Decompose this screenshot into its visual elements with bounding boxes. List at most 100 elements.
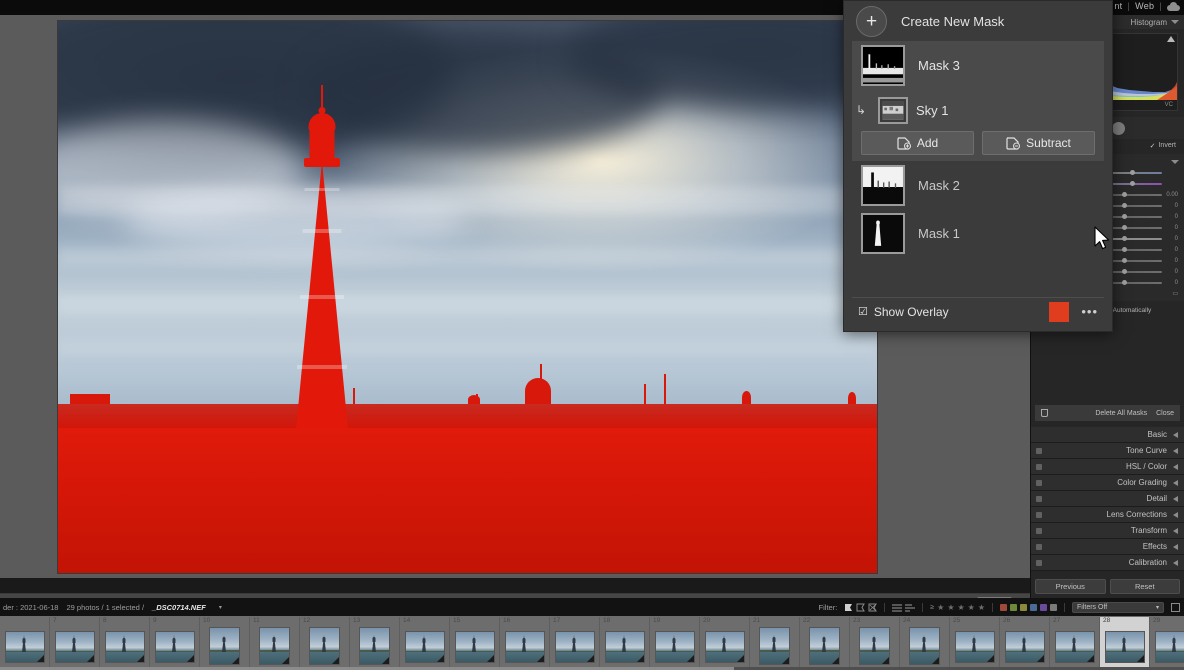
- filmstrip-thumbnail[interactable]: 23: [850, 617, 900, 670]
- panel-switch[interactable]: [1036, 479, 1042, 486]
- slider-knob[interactable]: [1121, 214, 1127, 219]
- filmstrip-thumbnail[interactable]: 15: [450, 617, 500, 670]
- star-icon[interactable]: ★: [978, 603, 985, 612]
- chevron-left-icon[interactable]: [1173, 463, 1178, 470]
- mask-row-mask-1[interactable]: Mask 1: [852, 209, 1104, 257]
- filmstrip-thumbnail[interactable]: 24: [900, 617, 950, 670]
- chevron-left-icon[interactable]: [1173, 527, 1178, 534]
- filmstrip-thumbnail[interactable]: 11: [250, 617, 300, 670]
- rating-comparator-icon[interactable]: ≥: [930, 604, 934, 611]
- sort-filter-group[interactable]: [892, 603, 916, 612]
- slider-knob[interactable]: [1121, 225, 1127, 230]
- chevron-down-icon[interactable]: [1171, 20, 1179, 24]
- mask-thumbnail[interactable]: [861, 44, 905, 86]
- color-chip-yellow[interactable]: [1020, 603, 1027, 611]
- panel-row-calibration[interactable]: Calibration: [1031, 555, 1184, 571]
- filter-toggle-icon[interactable]: [1171, 602, 1180, 612]
- trash-icon[interactable]: [1041, 409, 1048, 417]
- star-icon[interactable]: ★: [968, 603, 975, 612]
- filmstrip-thumbnail[interactable]: 13: [350, 617, 400, 670]
- chevron-down-icon[interactable]: ▾: [219, 604, 222, 611]
- ellipsis-icon[interactable]: •••: [1081, 304, 1098, 319]
- filmstrip-thumbnail[interactable]: 19: [650, 617, 700, 670]
- module-print[interactable]: nt: [1114, 1, 1122, 11]
- star-rating-filter[interactable]: ≥ ★ ★ ★ ★ ★: [930, 603, 985, 612]
- star-icon[interactable]: ★: [937, 603, 944, 612]
- slider-knob[interactable]: [1130, 170, 1136, 175]
- close-masking-button[interactable]: Close: [1156, 410, 1174, 417]
- panel-row-transform[interactable]: Transform: [1031, 523, 1184, 539]
- panel-row-hsl-color[interactable]: HSL / Color: [1031, 459, 1184, 475]
- filmstrip-thumbnail[interactable]: 18: [600, 617, 650, 670]
- photo-preview[interactable]: [58, 21, 877, 573]
- mask-thumbnail[interactable]: [861, 164, 905, 206]
- color-chip-green[interactable]: [1010, 603, 1017, 611]
- color-chip-purple[interactable]: [1040, 603, 1047, 611]
- slider-knob[interactable]: [1121, 203, 1127, 208]
- folder-label[interactable]: der : 2021-06-18: [3, 603, 58, 612]
- chevron-left-icon[interactable]: [1173, 511, 1178, 518]
- panel-switch[interactable]: [1036, 447, 1042, 454]
- panel-switch[interactable]: [1036, 527, 1042, 534]
- panel-row-color-grading[interactable]: Color Grading: [1031, 475, 1184, 491]
- chevron-left-icon[interactable]: [1173, 431, 1178, 438]
- color-chip-none[interactable]: [1050, 603, 1057, 611]
- color-chip-red[interactable]: [1000, 603, 1007, 611]
- chevron-left-icon[interactable]: [1173, 559, 1178, 566]
- chevron-left-icon[interactable]: [1173, 495, 1178, 502]
- overlay-color-swatch[interactable]: [1049, 301, 1070, 322]
- filmstrip-thumbnail[interactable]: [0, 617, 50, 670]
- filmstrip-thumbnail[interactable]: 25: [950, 617, 1000, 670]
- mask-thumbnail[interactable]: [861, 212, 905, 254]
- color-chip-blue[interactable]: [1030, 603, 1037, 611]
- panel-switch[interactable]: [1036, 559, 1042, 566]
- filmstrip-thumbnail[interactable]: 26: [1000, 617, 1050, 670]
- filmstrip-thumbnail[interactable]: 10: [200, 617, 250, 670]
- sort-filter-icon[interactable]: [905, 603, 916, 612]
- slider-knob[interactable]: [1121, 247, 1127, 252]
- chevron-left-icon[interactable]: [1173, 543, 1178, 550]
- mask-row-mask-3[interactable]: Mask 3: [852, 41, 1104, 89]
- sub-mask-row-sky-1[interactable]: ↳ Sky 1: [852, 89, 1104, 131]
- module-web[interactable]: Web: [1135, 1, 1154, 11]
- reset-button[interactable]: Reset: [1109, 579, 1180, 594]
- add-button[interactable]: Add: [861, 131, 974, 155]
- filmstrip-thumbnail[interactable]: 12: [300, 617, 350, 670]
- filmstrip-thumbnail[interactable]: 7: [50, 617, 100, 670]
- flag-rejected-icon[interactable]: [868, 603, 878, 612]
- mask-tool-icon[interactable]: [1111, 121, 1125, 135]
- panel-switch[interactable]: [1036, 495, 1042, 502]
- subtract-button[interactable]: Subtract: [982, 131, 1095, 155]
- current-filename[interactable]: _DSC0714.NEF: [152, 603, 206, 612]
- sub-mask-thumbnail[interactable]: [878, 96, 908, 124]
- flag-unflagged-icon[interactable]: [856, 603, 866, 612]
- filmstrip-thumbnail[interactable]: 14: [400, 617, 450, 670]
- panel-row-lens-corrections[interactable]: Lens Corrections: [1031, 507, 1184, 523]
- mask-row-mask-2[interactable]: Mask 2: [852, 161, 1104, 209]
- module-picker[interactable]: nt | Web |: [1114, 1, 1180, 11]
- filmstrip-thumbnail[interactable]: 28: [1100, 617, 1150, 670]
- create-new-mask-row[interactable]: + Create New Mask: [844, 1, 1112, 41]
- flag-pick-icon[interactable]: [844, 603, 853, 612]
- edit-filter-icon[interactable]: [892, 603, 903, 612]
- flag-filter-group[interactable]: [844, 603, 878, 612]
- chevron-down-icon[interactable]: ▾: [1156, 604, 1159, 611]
- delete-all-masks-button[interactable]: Delete All Masks: [1095, 410, 1147, 417]
- show-overlay-checkbox[interactable]: ☑: [858, 305, 868, 318]
- chevron-left-icon[interactable]: [1173, 479, 1178, 486]
- panel-switch[interactable]: [1036, 511, 1042, 518]
- filmstrip-thumbnail[interactable]: 21: [750, 617, 800, 670]
- chevron-down-icon[interactable]: [1171, 160, 1179, 164]
- filmstrip-thumbnail[interactable]: 27: [1050, 617, 1100, 670]
- panel-row-basic[interactable]: Basic: [1031, 427, 1184, 443]
- star-icon[interactable]: ★: [947, 603, 954, 612]
- cloud-sync-icon[interactable]: [1167, 1, 1180, 11]
- color-swatch-icon[interactable]: ▭: [1172, 290, 1178, 297]
- previous-button[interactable]: Previous: [1035, 579, 1106, 594]
- panel-switch[interactable]: [1036, 543, 1042, 550]
- slider-knob[interactable]: [1121, 280, 1127, 285]
- invert-checkbox[interactable]: ✓: [1150, 142, 1156, 150]
- filmstrip-thumbnail[interactable]: 8: [100, 617, 150, 670]
- filmstrip[interactable]: 7 8 9 10 11 12 13 14 15 16 17 18 19 20 21 22 23 24 25 26 27 2…: [0, 616, 1184, 670]
- star-icon[interactable]: ★: [957, 603, 964, 612]
